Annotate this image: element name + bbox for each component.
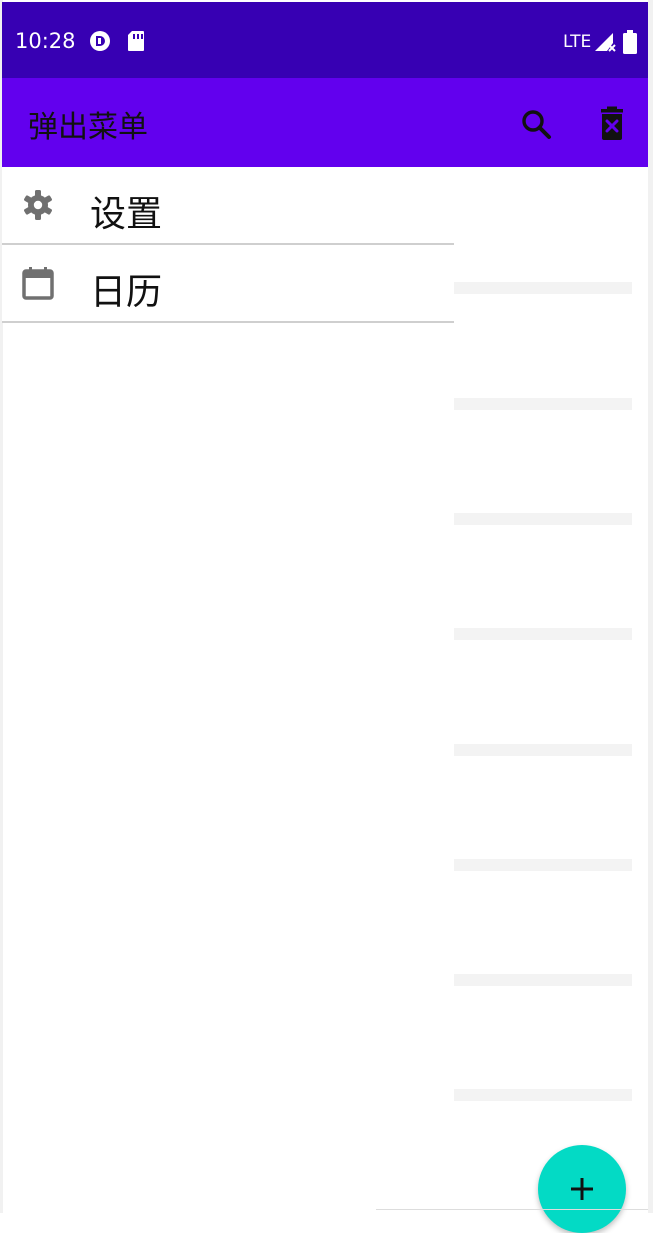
list-item-placeholder	[454, 282, 632, 294]
plus-icon	[571, 1178, 593, 1200]
menu-item-label: 日历	[90, 272, 163, 313]
add-fab-button[interactable]	[538, 1145, 626, 1233]
status-bar: 10:28 LTE	[2, 2, 648, 78]
list-item-placeholder	[454, 859, 632, 871]
status-time: 10:28	[15, 29, 76, 53]
list-item-placeholder	[454, 974, 632, 986]
page-title: 弹出菜单	[28, 110, 148, 145]
list-item-placeholder	[454, 513, 632, 525]
list-item-placeholder	[454, 398, 632, 410]
menu-item-calendar[interactable]: 日历	[2, 245, 454, 323]
sd-card-icon	[128, 31, 144, 51]
app-bar: 弹出菜单	[2, 78, 648, 167]
list-item-placeholder	[454, 1089, 632, 1101]
menu-item-label: 设置	[90, 194, 163, 235]
search-button[interactable]	[516, 104, 556, 144]
app-indicator-icon	[90, 31, 110, 51]
delete-icon	[601, 106, 623, 140]
bottom-sheet-edge	[376, 1209, 648, 1214]
popup-menu: 设置 日历	[2, 167, 454, 323]
battery-icon	[623, 30, 637, 54]
list-item-placeholder	[454, 744, 632, 756]
signal-icon	[595, 33, 616, 52]
list-item-placeholder	[454, 628, 632, 640]
search-icon	[522, 110, 551, 139]
network-type: LTE	[563, 32, 592, 52]
calendar-icon	[22, 267, 54, 300]
frame-edge-right	[648, 0, 653, 1213]
delete-button[interactable]	[592, 104, 632, 144]
menu-item-settings[interactable]: 设置	[2, 167, 454, 245]
screen: 10:28 LTE 弹出菜单 设置 日历	[0, 0, 653, 1233]
gear-icon	[24, 190, 52, 220]
